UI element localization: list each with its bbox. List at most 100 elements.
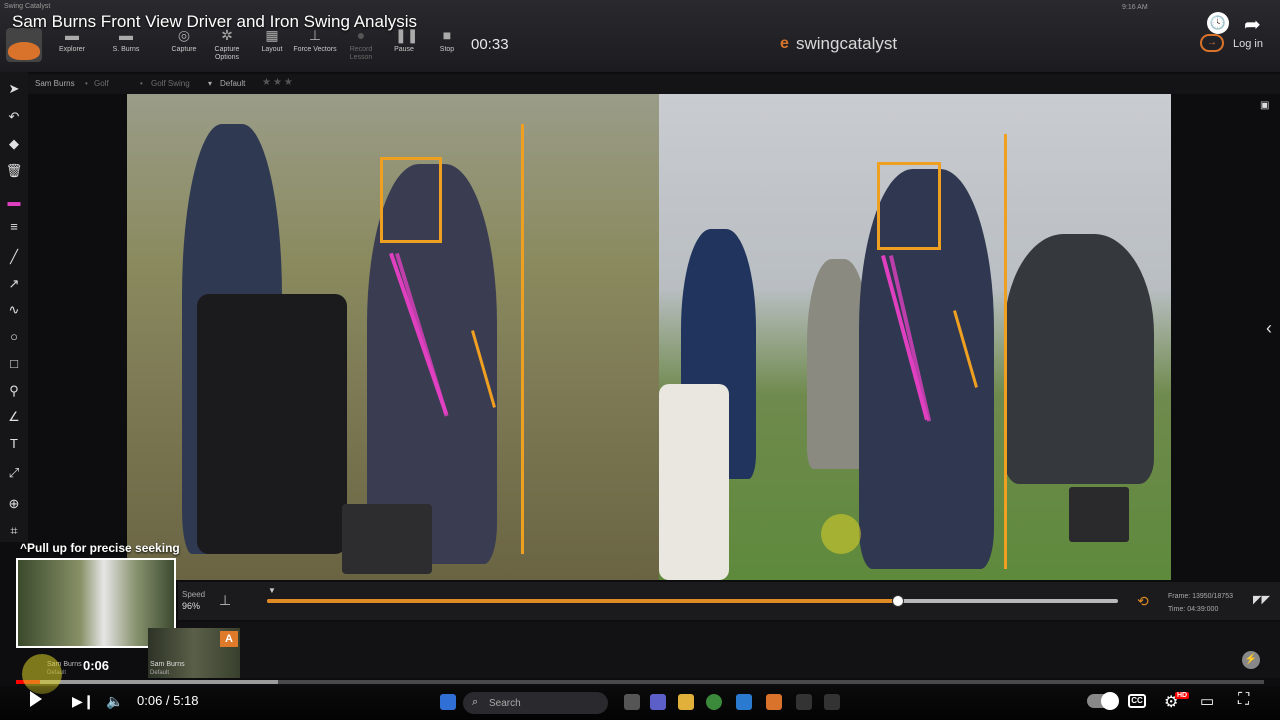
circle-tool-icon[interactable]: ○: [5, 328, 23, 346]
captions-icon[interactable]: CC: [1128, 694, 1146, 708]
store-icon[interactable]: [736, 694, 752, 710]
teams-icon[interactable]: [650, 694, 666, 710]
seek-hint-text: Pull up for precise seeking: [27, 541, 180, 555]
camera-icon[interactable]: ▣: [1260, 100, 1269, 111]
vertical-line-overlay-left[interactable]: [521, 124, 524, 554]
video-pane-right[interactable]: [659, 94, 1171, 580]
golf-bag-right: [659, 384, 729, 580]
clip-2-name[interactable]: Sam Burns: [150, 661, 185, 668]
search-icon: ⌕: [472, 696, 479, 708]
arrow-tool-icon[interactable]: ↗: [5, 275, 23, 293]
toolbar-button-label: Stop: [439, 46, 455, 53]
layout-dropdown[interactable]: Default: [220, 79, 245, 88]
breadcrumb-separator-2: •: [140, 79, 143, 88]
golf-bag-left: [197, 294, 347, 554]
color-icon[interactable]: ▬: [5, 193, 23, 211]
eraser-icon[interactable]: ◆: [5, 135, 23, 153]
video-title[interactable]: Sam Burns Front View Driver and Iron Swi…: [12, 12, 417, 32]
app-taskbar-icon-1[interactable]: [796, 694, 812, 710]
recording-timer: 00:33: [471, 36, 509, 53]
measure-tool-icon[interactable]: ⤢: [5, 464, 23, 482]
toolbar-button-label: Explorer: [58, 46, 86, 53]
brand-logo-icon: e: [780, 35, 789, 52]
breadcrumb-sport[interactable]: Golf: [94, 79, 109, 88]
pointer-icon[interactable]: ➤: [5, 80, 23, 98]
head-box-overlay-right[interactable]: [877, 162, 941, 250]
seek-hint: ^Pull up for precise seeking: [20, 541, 180, 555]
toolbar-button-label: Pause: [394, 46, 414, 53]
rating-stars-icon[interactable]: ★★★: [262, 77, 295, 88]
seek-preview-time: 0:06: [83, 658, 110, 673]
loop-icon[interactable]: ⟲: [1137, 593, 1149, 610]
windows-start-icon[interactable]: [440, 694, 456, 710]
clip-strip: [178, 622, 1280, 678]
time-counter: Time: 04:39:000: [1168, 603, 1233, 616]
stop-icon: ■: [442, 27, 452, 43]
task-view-icon[interactable]: [624, 694, 640, 710]
taskbar-search[interactable]: [463, 692, 608, 714]
text-tool-icon[interactable]: T: [5, 435, 23, 453]
click-highlight-icon: [821, 514, 861, 554]
play-icon[interactable]: [30, 691, 42, 707]
layout-dropdown-icon[interactable]: ▾: [208, 79, 212, 88]
line-width-icon[interactable]: ≡: [5, 218, 23, 236]
hd-badge-icon: HD: [1175, 692, 1190, 699]
frame-counter: Frame: 13950/18753: [1168, 593, 1233, 600]
toolbar-button-label: Force Vectors: [293, 46, 337, 53]
toolbar-button-label: Layout: [261, 46, 283, 53]
line-tool-icon[interactable]: ╱: [5, 248, 23, 266]
tee-marker-right: [1069, 487, 1129, 542]
toolbar-button-label: Capture Options: [214, 46, 240, 61]
vertical-line-overlay-right[interactable]: [1004, 134, 1007, 569]
speed-value[interactable]: 96%: [182, 601, 200, 611]
yt-time-display: 0:06 / 5:18: [137, 693, 199, 708]
login-button[interactable]: Log in: [1233, 38, 1263, 50]
speed-slider-icon[interactable]: ⊥: [219, 592, 231, 609]
fullscreen-icon[interactable]: ⛶: [1238, 691, 1249, 709]
volume-icon[interactable]: 🔈: [106, 693, 123, 710]
clip-2-layout: Default: [150, 670, 170, 676]
app-logo-icon[interactable]: [6, 28, 42, 62]
toolbar-button-label: Capture: [171, 46, 197, 53]
swingcatalyst-taskbar-icon[interactable]: [766, 694, 782, 710]
trash-icon[interactable]: 🗑: [5, 162, 23, 180]
taskbar-search-label: Search: [489, 698, 521, 709]
clip-2-badge: A: [220, 631, 238, 647]
undo-icon[interactable]: ↶: [5, 108, 23, 126]
app-taskbar-icon-2[interactable]: [824, 694, 840, 710]
angle-tool-icon[interactable]: ∠: [5, 408, 23, 426]
cloud-login-icon[interactable]: →: [1200, 34, 1224, 52]
cast-icon[interactable]: ▭: [1200, 692, 1214, 710]
scrubber-handle[interactable]: [892, 595, 904, 607]
file-explorer-icon[interactable]: [678, 694, 694, 710]
video-pane-left[interactable]: [127, 94, 659, 580]
head-box-overlay-left[interactable]: [380, 157, 442, 243]
autoplay-toggle[interactable]: [1087, 692, 1119, 710]
frame-info: Frame: 13950/18753 Time: 04:39:000: [1168, 590, 1233, 616]
crop-tool-icon[interactable]: ⌗: [5, 522, 23, 540]
toolbar-button-stop[interactable]: ■ Stop: [425, 24, 469, 70]
signal-icon[interactable]: ◤◤: [1253, 593, 1270, 606]
chrome-icon[interactable]: [706, 694, 722, 710]
brand-name: swingcatalyst: [796, 34, 898, 53]
skeleton-tool-icon[interactable]: ⚲: [5, 382, 23, 400]
speed-label: Speed: [182, 590, 206, 599]
breadcrumb-player[interactable]: Sam Burns: [35, 79, 75, 88]
spectator-group: [1004, 234, 1154, 484]
trim-start-marker-icon[interactable]: ▼: [268, 586, 276, 595]
zoom-tool-icon[interactable]: ⊕: [5, 495, 23, 513]
breadcrumb-activity[interactable]: Golf Swing: [151, 79, 190, 88]
chevron-left-icon[interactable]: ‹: [1266, 318, 1272, 339]
rectangle-tool-icon[interactable]: □: [5, 355, 23, 373]
next-icon[interactable]: ▶❙: [72, 693, 95, 710]
system-time: 9:16 AM: [1122, 4, 1148, 11]
watch-later-icon[interactable]: 🕓: [1207, 12, 1229, 34]
tee-marker-left: [342, 504, 432, 574]
info-icon[interactable]: ⚡: [1242, 651, 1260, 669]
freehand-tool-icon[interactable]: ∿: [5, 301, 23, 319]
caret-up-icon: ^: [20, 541, 28, 555]
window-label: Swing Catalyst: [4, 3, 51, 10]
breadcrumb: [28, 74, 1280, 94]
toolbar-button-label: Record Lesson: [349, 46, 373, 61]
share-icon[interactable]: ➦: [1244, 12, 1261, 37]
